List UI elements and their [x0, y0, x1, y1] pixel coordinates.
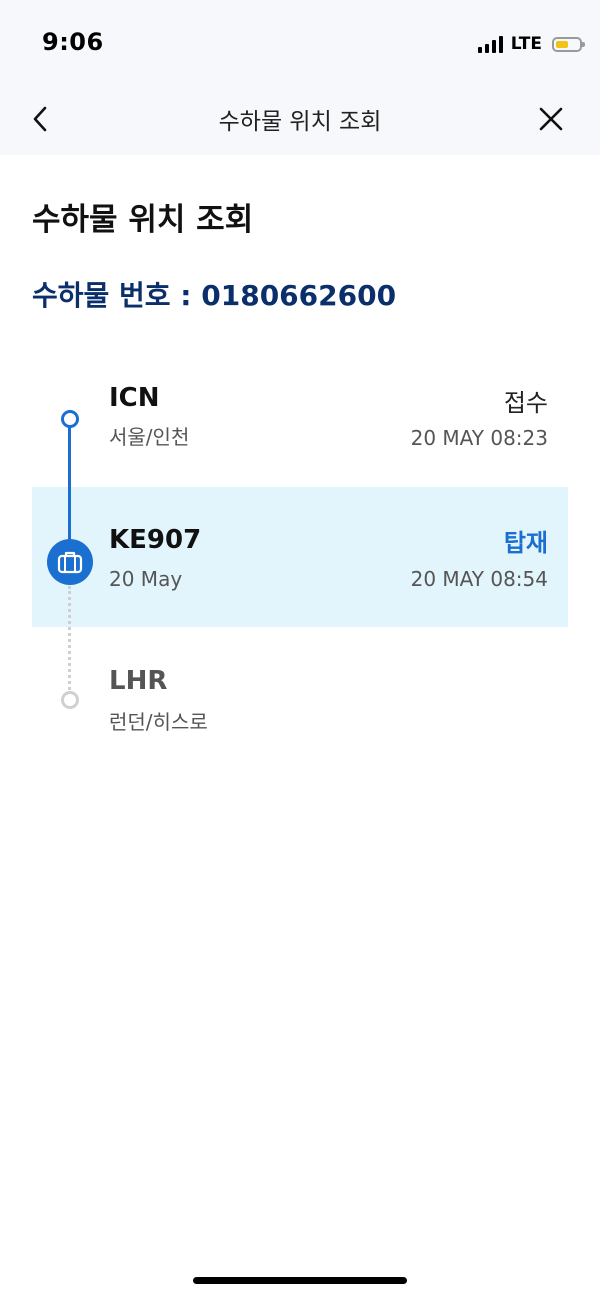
status-time: 20 MAY 08:54: [410, 567, 548, 591]
timeline-dot-pending: [61, 691, 79, 709]
flight-date: 20 May: [109, 567, 183, 591]
flight-code: KE907: [109, 525, 202, 555]
bag-number: 수하물 번호 : 0180662600: [32, 279, 397, 312]
network-label: LTE: [510, 34, 542, 54]
header-title: 수하물 위치 조회: [218, 109, 382, 135]
baggage-icon: [47, 539, 93, 585]
status-label: 접수: [503, 389, 548, 417]
status-label: 탑재: [503, 529, 548, 557]
page-title: 수하물 위치 조회: [32, 202, 254, 238]
home-indicator: [193, 1277, 407, 1284]
baggage-tracking-screen: 9:06 LTE 수하물 위치 조회 수하물 위치 조회 수하물 번호 : 01…: [0, 0, 600, 1299]
location-code: LHR: [109, 666, 168, 696]
location-name: 런던/히스로: [109, 710, 208, 734]
chevron-left-icon: [33, 106, 47, 132]
signal-icon: [477, 35, 503, 53]
timeline-connector-completed: [68, 427, 71, 542]
top-bar: 9:06 LTE 수하물 위치 조회: [0, 0, 600, 155]
battery-icon: [552, 36, 585, 52]
status-indicators: LTE: [477, 32, 585, 56]
status-time: 20 MAY 08:23: [410, 426, 548, 450]
timeline-dot-completed: [61, 410, 79, 428]
close-icon: [539, 107, 563, 131]
location-code: ICN: [109, 383, 160, 413]
location-name: 서울/인천: [109, 425, 190, 449]
timeline-row-destination: LHR 런던/히스로: [32, 640, 568, 750]
timeline-row-origin: ICN 서울/인천 접수 20 MAY 08:23: [32, 366, 568, 476]
back-button[interactable]: [24, 100, 56, 138]
close-button[interactable]: [534, 102, 568, 136]
status-time: 9:06: [42, 28, 104, 56]
timeline-connector-pending: [68, 586, 71, 690]
timeline-row-flight: KE907 20 May 탑재 20 MAY 08:54: [32, 487, 568, 627]
